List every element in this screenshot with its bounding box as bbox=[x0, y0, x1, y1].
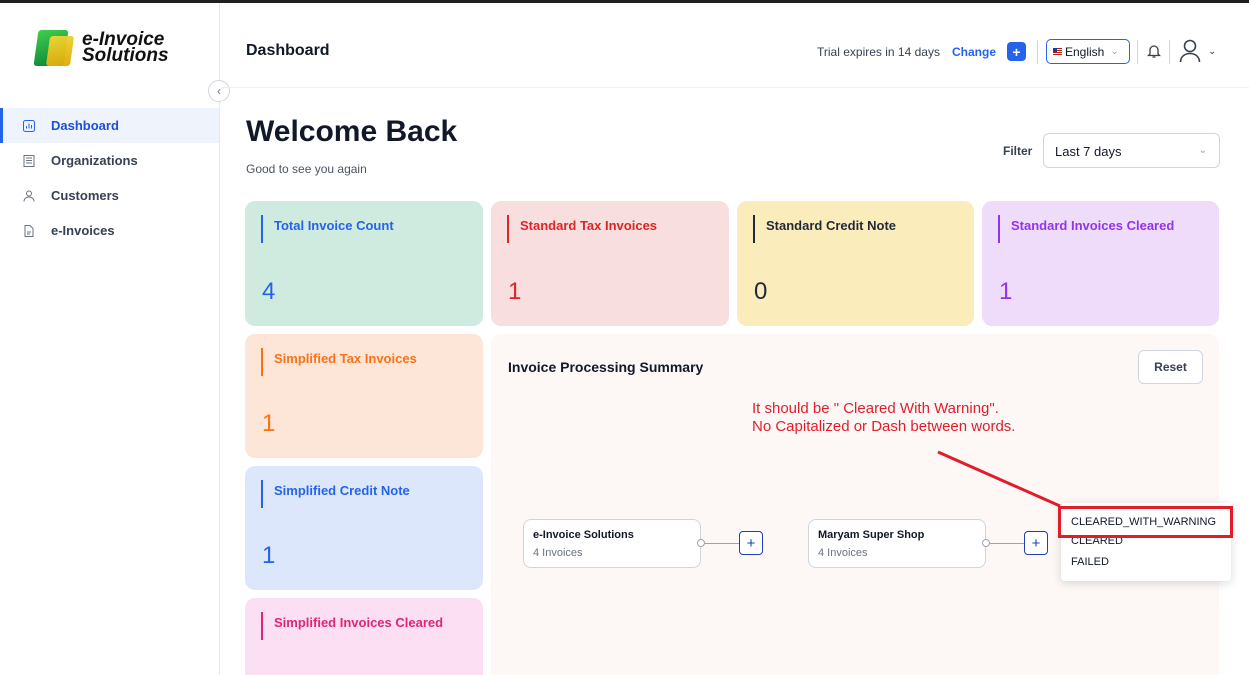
node-name: e-Invoice Solutions bbox=[533, 529, 634, 541]
dropdown-option[interactable]: FAILED bbox=[1071, 556, 1109, 568]
card-label: Total Invoice Count bbox=[274, 218, 394, 233]
chart-icon bbox=[22, 119, 36, 133]
chevron-down-icon: ⌄ bbox=[1198, 145, 1207, 156]
filter-value: Last 7 days bbox=[1055, 144, 1122, 159]
change-plan-link[interactable]: Change bbox=[952, 45, 996, 59]
logo[interactable]: e-Invoice Solutions bbox=[32, 28, 169, 68]
card-accent-bar bbox=[261, 480, 263, 508]
sidebar-nav: Dashboard Organizations Customers e-Invo… bbox=[0, 108, 219, 248]
welcome-heading: Welcome Back bbox=[246, 115, 458, 148]
flow-edge bbox=[705, 543, 739, 544]
sidebar-item-label: Customers bbox=[51, 188, 119, 203]
bell-icon[interactable] bbox=[1146, 43, 1162, 59]
chevron-down-icon[interactable]: ⌄ bbox=[1208, 46, 1216, 57]
building-icon bbox=[22, 154, 36, 168]
stat-card-total-invoice-count[interactable]: Total Invoice Count 4 bbox=[245, 201, 483, 326]
card-value: 1 bbox=[999, 278, 1013, 305]
divider bbox=[1169, 40, 1170, 64]
top-bar: Dashboard Trial expires in 14 days Chang… bbox=[221, 3, 1249, 88]
card-label: Simplified Invoices Cleared bbox=[274, 615, 444, 630]
sidebar-item-dashboard[interactable]: Dashboard bbox=[0, 108, 219, 143]
stat-card-standard-credit-note[interactable]: Standard Credit Note 0 bbox=[737, 201, 974, 326]
card-accent-bar bbox=[998, 215, 1000, 243]
card-accent-bar bbox=[261, 215, 263, 243]
card-label: Standard Invoices Cleared bbox=[1011, 218, 1175, 233]
sidebar-item-e-invoices[interactable]: e-Invoices bbox=[0, 213, 219, 248]
node-name: Maryam Super Shop bbox=[818, 529, 925, 541]
page-title: Dashboard bbox=[246, 42, 330, 59]
language-value: English bbox=[1065, 44, 1105, 59]
sidebar-item-label: Organizations bbox=[51, 153, 138, 168]
language-select[interactable]: English ⌄ bbox=[1046, 39, 1130, 64]
user-avatar-icon[interactable] bbox=[1179, 39, 1201, 63]
sidebar-item-customers[interactable]: Customers bbox=[0, 178, 219, 213]
stat-card-simplified-invoices-cleared[interactable]: Simplified Invoices Cleared bbox=[245, 598, 483, 675]
stat-card-standard-invoices-cleared[interactable]: Standard Invoices Cleared 1 bbox=[982, 201, 1219, 326]
expand-node-button[interactable]: + bbox=[739, 531, 763, 555]
node-handle[interactable] bbox=[982, 539, 990, 547]
flow-edge bbox=[990, 543, 1024, 544]
sidebar: e-Invoice Solutions Dashboard Organizati… bbox=[0, 3, 220, 675]
node-count: 4 Invoices bbox=[533, 547, 583, 559]
card-accent-bar bbox=[261, 348, 263, 376]
document-icon bbox=[22, 224, 36, 238]
card-value: 4 bbox=[262, 278, 276, 305]
sidebar-item-label: e-Invoices bbox=[51, 223, 115, 238]
card-value: 1 bbox=[262, 410, 276, 437]
logo-line2: Solutions bbox=[82, 45, 169, 66]
upgrade-plus-button[interactable]: + bbox=[1007, 42, 1026, 61]
card-label: Standard Tax Invoices bbox=[520, 218, 658, 233]
summary-title: Invoice Processing Summary bbox=[508, 359, 704, 375]
card-value: 1 bbox=[508, 278, 522, 305]
trial-text: Trial expires in 14 days bbox=[817, 45, 940, 59]
card-accent-bar bbox=[753, 215, 755, 243]
sidebar-item-organizations[interactable]: Organizations bbox=[0, 143, 219, 178]
stat-card-simplified-credit-note[interactable]: Simplified Credit Note 1 bbox=[245, 466, 483, 590]
annotation-line2: No Capitalized or Dash between words. bbox=[752, 418, 1016, 435]
reset-button[interactable]: Reset bbox=[1138, 350, 1203, 384]
flow-node-customer[interactable]: Maryam Super Shop 4 Invoices bbox=[808, 519, 986, 568]
logo-text: e-Invoice Solutions bbox=[82, 30, 169, 66]
review-annotation: It should be " Cleared With Warning". No… bbox=[752, 400, 1015, 436]
card-accent-bar bbox=[261, 612, 263, 640]
annotation-line1: It should be " Cleared With Warning". bbox=[752, 400, 999, 417]
stat-card-simplified-tax-invoices[interactable]: Simplified Tax Invoices 1 bbox=[245, 334, 483, 458]
filter-label: Filter bbox=[1003, 144, 1033, 158]
card-label: Standard Credit Note bbox=[766, 218, 897, 233]
node-count: 4 Invoices bbox=[818, 547, 868, 559]
stat-card-standard-tax-invoices[interactable]: Standard Tax Invoices 1 bbox=[491, 201, 729, 326]
divider bbox=[1037, 40, 1038, 64]
expand-node-button[interactable]: + bbox=[1024, 531, 1048, 555]
date-filter-select[interactable]: Last 7 days ⌄ bbox=[1043, 133, 1220, 168]
flow-node-organization[interactable]: e-Invoice Solutions 4 Invoices bbox=[523, 519, 701, 568]
card-accent-bar bbox=[507, 215, 509, 243]
card-label: Simplified Credit Note bbox=[274, 483, 410, 498]
user-icon bbox=[22, 189, 36, 203]
sidebar-item-label: Dashboard bbox=[51, 118, 119, 133]
welcome-subtitle: Good to see you again bbox=[246, 162, 367, 176]
us-flag-icon bbox=[1053, 48, 1062, 55]
logo-mark-icon bbox=[32, 28, 75, 68]
chevron-down-icon: ⌄ bbox=[1110, 46, 1119, 57]
card-label: Simplified Tax Invoices bbox=[274, 351, 417, 366]
card-value: 0 bbox=[754, 278, 768, 305]
node-handle[interactable] bbox=[697, 539, 705, 547]
annotation-highlight-box bbox=[1058, 506, 1233, 538]
card-value: 1 bbox=[262, 542, 276, 569]
app-window: e-Invoice Solutions Dashboard Organizati… bbox=[0, 0, 1249, 675]
divider bbox=[1137, 40, 1138, 64]
